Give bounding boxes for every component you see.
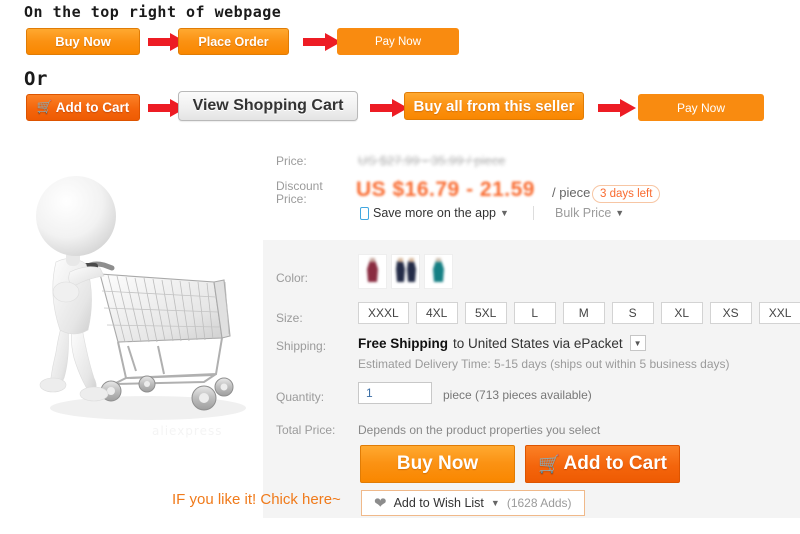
pay-now-button-step1[interactable]: Pay Now — [337, 28, 459, 55]
save-on-app-label: Save more on the app — [373, 206, 496, 220]
add-to-cart-button-step1[interactable]: 🛒 Add to Cart — [26, 94, 140, 121]
size-option[interactable]: S — [611, 302, 654, 324]
shipping-label: Shipping: — [276, 339, 327, 353]
pay-now-label: Pay Now — [676, 100, 726, 115]
right-arrow-icon — [370, 99, 408, 117]
pay-now-button-step2[interactable]: Pay Now — [638, 94, 764, 121]
shipping-destination: to United States via ePacket — [453, 335, 623, 351]
days-left-badge: 3 days left — [592, 185, 661, 203]
size-option[interactable]: M — [562, 302, 605, 324]
page-root: On the top right of webpage Buy Now Plac… — [0, 0, 800, 534]
product-options-panel: Color: Size: XXXL 4XL 5XL L M S XL XS XXL Shippi… — [263, 240, 800, 518]
quantity-input[interactable] — [358, 382, 432, 404]
add-to-cart-button[interactable]: 🛒 Add to Cart — [525, 445, 680, 483]
cart-icon: 🛒 — [538, 453, 561, 474]
price-label: Price: — [276, 154, 307, 168]
bulk-price-label: Bulk Price — [555, 206, 612, 220]
color-label: Color: — [276, 271, 309, 285]
original-price: US $27.99 - 35.99 / piece — [358, 153, 506, 168]
size-option[interactable]: 5XL — [464, 302, 507, 324]
stock-availability: piece (713 pieces available) — [443, 388, 592, 402]
chevron-down-icon[interactable]: ▼ — [629, 335, 646, 351]
view-shopping-cart-button[interactable]: View Shopping Cart — [178, 91, 358, 121]
size-option[interactable]: 4XL — [415, 302, 458, 324]
wish-list-count: (1628 Adds) — [506, 496, 572, 510]
color-swatch[interactable] — [358, 254, 387, 289]
add-to-wish-list-button[interactable]: ❤ Add to Wish List ▼ (1628 Adds) — [361, 490, 585, 516]
chevron-down-icon: ▼ — [500, 207, 509, 218]
color-swatch-list — [358, 254, 453, 289]
quantity-label: Quantity: — [276, 390, 325, 404]
cart-icon: 🛒 — [36, 99, 53, 115]
size-option[interactable]: XS — [709, 302, 752, 324]
color-swatch[interactable] — [391, 254, 420, 289]
discount-price-value: US $16.79 - 21.59 — [356, 178, 535, 201]
total-price-value: Depends on the product properties you se… — [358, 423, 601, 437]
buy-now-label: Buy Now — [55, 34, 111, 49]
color-swatch[interactable] — [424, 254, 453, 289]
pay-now-label: Pay Now — [374, 35, 422, 48]
free-shipping-label: Free Shipping — [358, 335, 449, 351]
buy-now-label: Buy Now — [396, 453, 479, 474]
buy-all-label: Buy all from this seller — [413, 97, 575, 115]
save-on-app-link[interactable]: Save more on the app ▼ — [360, 206, 509, 220]
product-image — [8, 146, 258, 441]
size-label: Size: — [276, 311, 303, 325]
size-option[interactable]: L — [513, 302, 556, 324]
price-unit: / piece — [552, 185, 591, 200]
chevron-down-icon[interactable]: ▼ — [491, 498, 500, 508]
add-to-cart-label: Add to Cart — [55, 100, 130, 115]
divider — [533, 206, 534, 220]
place-order-button[interactable]: Place Order — [178, 28, 289, 55]
right-arrow-icon — [598, 99, 636, 117]
size-option[interactable]: XL — [660, 302, 703, 324]
figure-with-cart-illustration — [36, 176, 246, 420]
size-option[interactable]: XXL — [758, 302, 800, 324]
watermark: aliexpress — [152, 424, 223, 438]
heart-icon: ❤ — [374, 494, 387, 512]
wish-list-label: Add to Wish List — [393, 496, 484, 510]
right-arrow-icon — [303, 33, 341, 51]
view-shopping-cart-label: View Shopping Cart — [192, 97, 344, 114]
buy-all-from-seller-button[interactable]: Buy all from this seller — [404, 92, 584, 120]
add-to-cart-label: Add to Cart — [563, 453, 667, 474]
mobile-phone-icon — [360, 206, 369, 220]
place-order-label: Place Order — [198, 34, 269, 49]
size-option-list: XXXL 4XL 5XL L M S XL XS XXL — [358, 302, 800, 324]
instruction-heading-or: Or — [24, 68, 48, 90]
shipping-method[interactable]: Free Shipping to United States via ePack… — [358, 335, 646, 351]
discount-price-label: Discount Price: — [276, 179, 323, 206]
size-option[interactable]: XXXL — [358, 302, 409, 324]
bulk-price-link[interactable]: Bulk Price ▼ — [555, 206, 624, 220]
annotation-chick-here: IF you like it! Chick here~ — [172, 491, 341, 508]
delivery-estimate: Estimated Delivery Time: 5-15 days (ship… — [358, 357, 730, 371]
buy-now-button[interactable]: Buy Now — [360, 445, 515, 483]
buy-now-button-step1[interactable]: Buy Now — [26, 28, 140, 55]
chevron-down-icon: ▼ — [615, 207, 625, 218]
instruction-heading-top: On the top right of webpage — [24, 3, 282, 21]
total-price-label: Total Price: — [276, 423, 336, 437]
